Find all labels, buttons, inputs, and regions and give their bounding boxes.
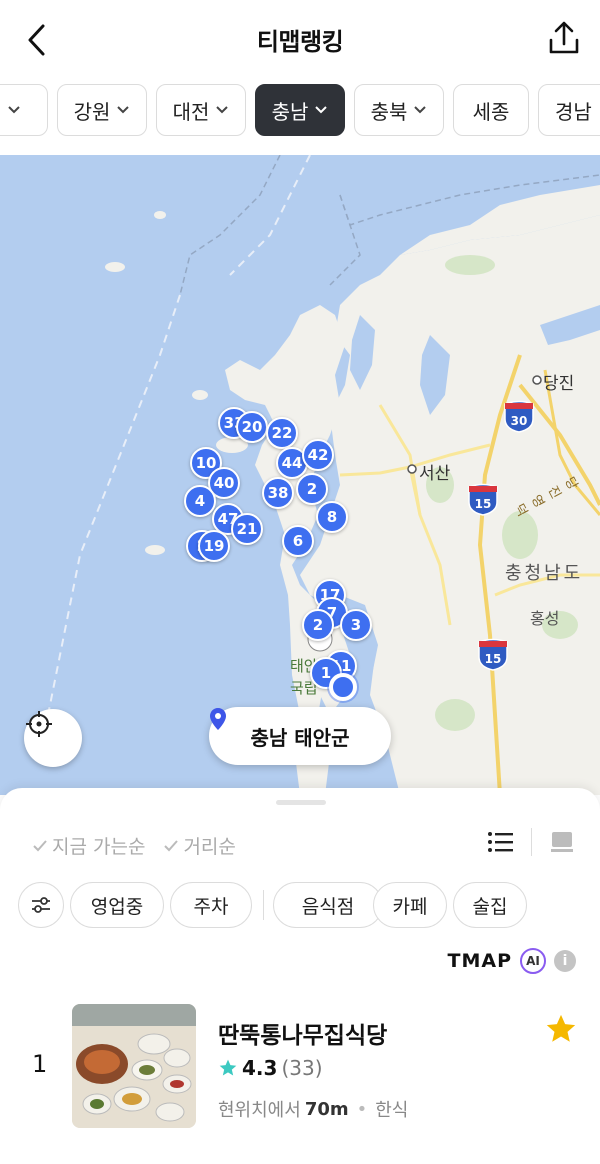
- rating-row: 4.3 (33): [218, 1056, 323, 1080]
- map-label-hongseong: 홍성: [530, 609, 560, 628]
- sort-option-distance[interactable]: 거리순: [163, 832, 236, 859]
- tmap-ai-badge-row: TMAP AI i: [447, 948, 576, 974]
- region-chip-label: 대전: [172, 99, 210, 124]
- region-chip-label: 강원: [73, 99, 111, 124]
- route-shield: 15: [476, 637, 510, 671]
- view-toggle: [487, 828, 574, 856]
- filter-chip-parking[interactable]: 주차: [170, 882, 252, 928]
- region-chip-label: 충남: [271, 99, 309, 124]
- divider: [531, 828, 532, 856]
- region-chip[interactable]: 강원: [57, 84, 147, 136]
- sliders-icon: [32, 897, 50, 913]
- sort-option-now[interactable]: 지금 가는순: [32, 832, 145, 859]
- region-chip[interactable]: 충북: [354, 84, 444, 136]
- map-cluster-marker[interactable]: 22: [266, 417, 298, 449]
- map-cluster-marker[interactable]: 3: [340, 609, 372, 641]
- map-cluster-marker[interactable]: 38: [262, 477, 294, 509]
- map-cluster-marker[interactable]: 2: [296, 473, 328, 505]
- map-view[interactable]: 당진 서산 충청남도 홍성 태안 국립 당진영덕 30 15 15 33 20 …: [0, 155, 600, 795]
- region-chip-row: 전 강원 대전 충남 충북 세종 경남: [0, 84, 600, 138]
- food-photo-image: [72, 1004, 196, 1128]
- map-cluster-marker[interactable]: 19: [198, 530, 230, 562]
- route-number: 30: [511, 414, 528, 428]
- share-icon: [549, 21, 579, 54]
- chevron-down-icon: [414, 106, 427, 114]
- filter-chip-row: 영업중 주차 음식점 카페 술집: [18, 882, 600, 928]
- check-icon: [164, 839, 179, 851]
- highway-shield-icon: 15: [478, 638, 508, 671]
- tmap-logo-text: TMAP: [447, 950, 512, 972]
- chevron-down-icon: [315, 106, 328, 114]
- route-number: 15: [485, 652, 502, 666]
- filter-chip-cafe[interactable]: 카페: [373, 882, 447, 928]
- filter-chip-bar[interactable]: 술집: [453, 882, 527, 928]
- star-filled-icon: [546, 1014, 576, 1042]
- sort-option-label: 거리순: [183, 836, 236, 858]
- restaurant-name: 딴뚝통나무집식당: [218, 1023, 388, 1049]
- page-title: 티맵랭킹: [256, 28, 344, 56]
- map-label-dangjin: 당진: [543, 374, 575, 394]
- current-location-marker: [329, 673, 357, 701]
- map-cluster-marker[interactable]: 4: [184, 485, 216, 517]
- bottom-sheet: 지금 가는순 거리순 영업중 주차 음식점 카페 술집 TMAP AI i 1 …: [0, 788, 600, 1164]
- region-chip-label: 경남: [555, 99, 592, 124]
- region-chip[interactable]: 경남: [538, 84, 600, 136]
- category-label: 한식: [375, 1100, 409, 1121]
- region-chip-label: 세종: [472, 99, 510, 124]
- route-shield: 15: [466, 482, 500, 516]
- rank-number: 1: [32, 1050, 48, 1078]
- chevron-down-icon: [216, 106, 229, 114]
- locate-me-button[interactable]: [24, 709, 82, 767]
- map-cluster-marker[interactable]: 8: [316, 501, 348, 533]
- ranking-list-item[interactable]: 1 딴뚝통나무집식당 4.3 (33) 현위치에서 70m • 한식: [0, 1000, 600, 1130]
- map-cluster-marker[interactable]: 6: [282, 525, 314, 557]
- location-pin-icon: [210, 708, 226, 730]
- sort-option-label: 지금 가는순: [52, 836, 146, 858]
- region-chip[interactable]: 전: [0, 84, 48, 136]
- crosshair-icon: [26, 711, 52, 737]
- separator-dot: •: [356, 1098, 368, 1120]
- info-icon[interactable]: i: [554, 950, 576, 972]
- sort-options: 지금 가는순 거리순: [32, 832, 236, 859]
- chevron-down-icon: [117, 106, 130, 114]
- review-count: (33): [281, 1056, 323, 1080]
- list-view-icon[interactable]: [487, 831, 513, 853]
- meta-row: 현위치에서 70m • 한식: [218, 1096, 408, 1122]
- ai-badge: AI: [520, 948, 546, 974]
- rating-value: 4.3: [242, 1056, 278, 1080]
- filter-chip-restaurant[interactable]: 음식점: [273, 882, 383, 928]
- drag-handle[interactable]: [276, 800, 326, 805]
- region-chip-label: 전: [0, 96, 1, 125]
- favorite-button[interactable]: [544, 1012, 578, 1050]
- check-icon: [33, 839, 47, 851]
- app-screen: 티맵랭킹 전 강원 대전 충남 충북 세종: [0, 0, 600, 1164]
- map-label-seosan: 서산: [419, 464, 451, 484]
- filter-settings-button[interactable]: [18, 882, 64, 928]
- highway-shield-icon: 15: [468, 483, 498, 516]
- map-cluster-marker[interactable]: 42: [302, 439, 334, 471]
- header: 티맵랭킹: [0, 0, 600, 78]
- star-icon: [219, 1059, 237, 1076]
- current-region-label: 충남 태안군: [250, 725, 350, 750]
- map-label-chungnam: 충청남도: [505, 563, 584, 584]
- route-number: 15: [475, 497, 492, 511]
- distance-value: 70m: [304, 1098, 349, 1120]
- share-button[interactable]: [544, 18, 584, 58]
- map-cluster-marker[interactable]: 2: [302, 609, 334, 641]
- map-cluster-marker[interactable]: 21: [231, 513, 263, 545]
- region-chip[interactable]: 세종: [453, 84, 529, 136]
- region-chip-active[interactable]: 충남: [255, 84, 345, 136]
- region-chip[interactable]: 대전: [156, 84, 246, 136]
- chevron-down-icon: [8, 106, 20, 114]
- region-chip-label: 충북: [370, 99, 408, 124]
- card-view-icon[interactable]: [550, 831, 574, 853]
- divider: [263, 890, 264, 920]
- route-shield: 30: [502, 399, 536, 433]
- restaurant-thumbnail: [72, 1004, 196, 1128]
- filter-chip-open-now[interactable]: 영업중: [70, 882, 164, 928]
- highway-shield-icon: 30: [504, 400, 534, 433]
- map-cluster-marker[interactable]: 20: [236, 411, 268, 443]
- current-region-pill[interactable]: 충남 태안군: [209, 707, 391, 765]
- distance-prefix: 현위치에서: [218, 1100, 301, 1121]
